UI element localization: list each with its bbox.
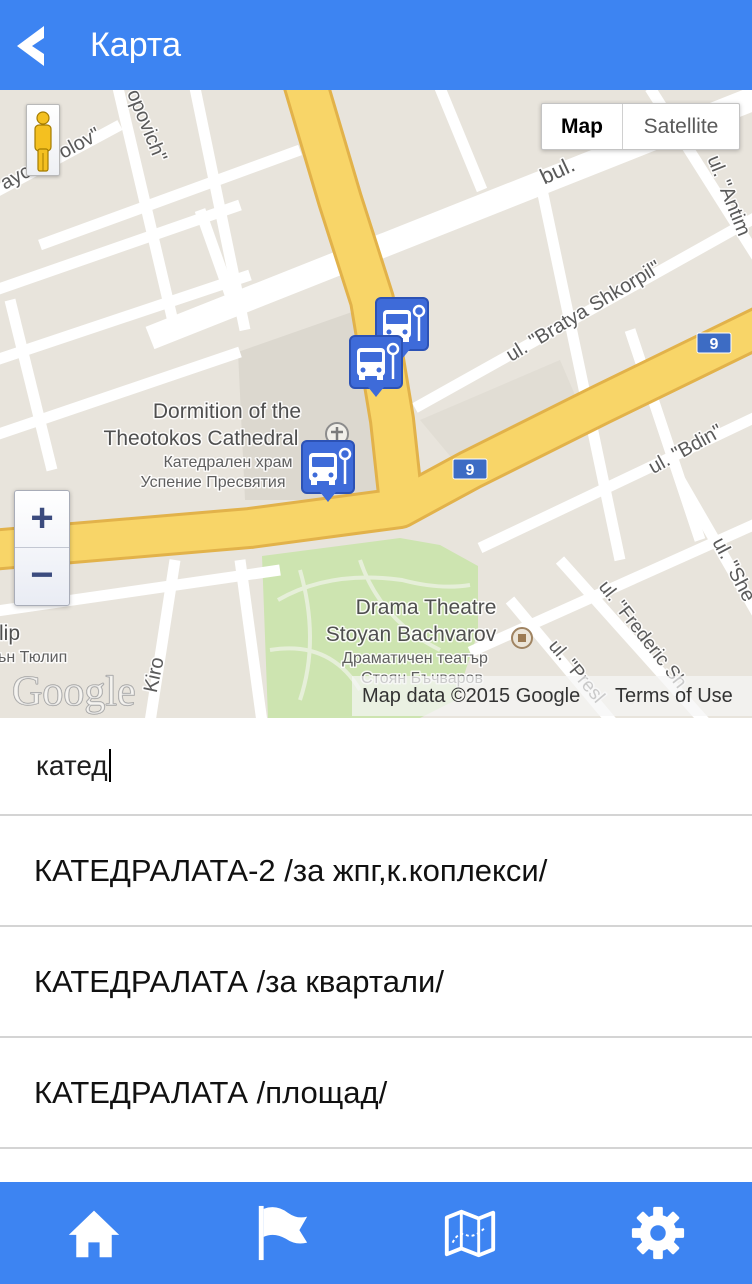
zoom-in-button[interactable]: + <box>15 491 69 548</box>
theatre-poi-icon[interactable] <box>511 627 533 649</box>
list-item[interactable]: КАТЕДРАЛАТА-2 /за жпг,к.коплекси/ <box>0 816 752 927</box>
map-type-map-button[interactable]: Map <box>542 104 622 149</box>
cathedral-label-en-1: Dormition of the <box>153 400 301 423</box>
nav-settings[interactable] <box>564 1182 752 1284</box>
list-item[interactable]: КАТЕДРАЛАТА /площад/ <box>0 1038 752 1149</box>
text-caret <box>108 749 111 783</box>
theatre-label-bg-1: Драматичен театър <box>342 650 488 667</box>
nav-home[interactable] <box>0 1182 188 1284</box>
google-logo: Google <box>12 669 136 715</box>
bus-stop-marker[interactable] <box>301 440 355 502</box>
map-type-toggle: Map Satellite <box>541 103 740 150</box>
svg-text:9: 9 <box>710 336 719 353</box>
bus-stop-marker[interactable] <box>349 335 403 397</box>
gear-icon <box>631 1206 685 1260</box>
map-view[interactable]: 9 9 ul. "Bratya Shkorpil" ul. "Bdin" bul… <box>0 90 752 718</box>
svg-text:9: 9 <box>466 462 475 479</box>
map-type-satellite-button[interactable]: Satellite <box>622 104 739 149</box>
cathedral-label-bg-2: Успение Пресвятия <box>141 474 286 491</box>
route-shield: 9 <box>696 332 732 354</box>
nav-flag[interactable] <box>188 1182 376 1284</box>
theatre-label-en-2: Stoyan Bachvarov <box>326 623 497 646</box>
map-attribution: Map data ©2015 Google Terms of Use <box>352 676 752 716</box>
flag-icon <box>258 1205 308 1261</box>
search-input[interactable]: катед <box>36 718 111 814</box>
nav-map[interactable] <box>376 1182 564 1284</box>
place-label-lip: lip <box>0 622 20 645</box>
app-header: Карта <box>0 0 752 90</box>
map-data-credit: Map data ©2015 Google <box>362 685 581 707</box>
cathedral-label-bg-1: Катедрален храм <box>163 454 292 471</box>
list-item[interactable]: КАТЕДРАЛАТА /за квартали/ <box>0 927 752 1038</box>
street-view-pegman[interactable] <box>26 104 60 176</box>
results-list: КАТЕДРАЛАТА-2 /за жпг,к.коплекси/ КАТЕДР… <box>0 816 752 1182</box>
cathedral-label-en-2: Theotokos Cathedral <box>104 427 299 450</box>
zoom-control: + − <box>14 490 70 606</box>
bottom-nav <box>0 1182 752 1284</box>
route-shield: 9 <box>452 458 488 480</box>
search-bar: катед <box>0 718 752 816</box>
list-item[interactable] <box>0 1149 752 1182</box>
map-icon <box>444 1209 496 1258</box>
home-icon <box>68 1210 120 1258</box>
app-screen: Карта 9 9 ul. "Bratya Shkorpil" ul. "Bdi… <box>0 0 752 1284</box>
theatre-label-en-1: Drama Theatre <box>356 596 497 619</box>
back-button[interactable] <box>8 20 56 72</box>
place-label-tyulip: ьн Тюлип <box>0 649 67 666</box>
zoom-out-button[interactable]: − <box>15 548 69 605</box>
pegman-icon <box>34 111 52 172</box>
search-input-value: катед <box>36 750 108 781</box>
back-arrow-icon <box>17 26 44 66</box>
page-title: Карта <box>90 26 181 64</box>
map-canvas[interactable]: 9 9 ul. "Bratya Shkorpil" ul. "Bdin" bul… <box>0 90 752 718</box>
terms-of-use-link[interactable]: Terms of Use <box>615 676 733 716</box>
